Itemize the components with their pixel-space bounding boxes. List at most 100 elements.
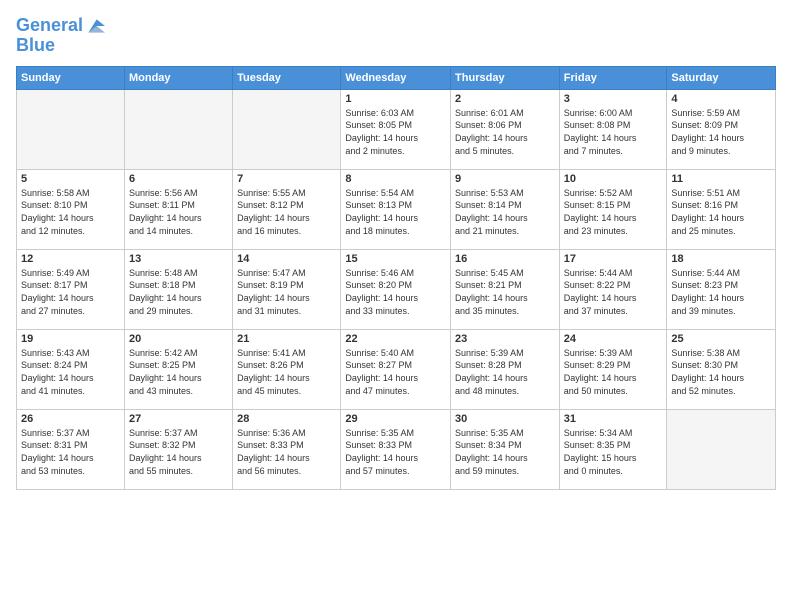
calendar-cell: 29 Sunrise: 5:35 AMSunset: 8:33 PMDayligh… [341,409,451,489]
day-number: 24 [564,333,663,345]
day-info: Sunrise: 5:40 AMSunset: 8:27 PMDaylight:… [345,347,446,397]
calendar-cell [17,89,125,169]
day-info: Sunrise: 5:37 AMSunset: 8:31 PMDaylight:… [21,427,120,477]
day-number: 13 [129,253,228,265]
calendar-cell: 25 Sunrise: 5:38 AMSunset: 8:30 PMDayligh… [667,329,776,409]
day-number: 18 [671,253,771,265]
day-info: Sunrise: 6:01 AMSunset: 8:06 PMDaylight:… [455,107,555,157]
day-number: 21 [237,333,336,345]
day-info: Sunrise: 5:55 AMSunset: 8:12 PMDaylight:… [237,187,336,237]
day-number: 2 [455,93,555,105]
day-info: Sunrise: 5:35 AMSunset: 8:33 PMDaylight:… [345,427,446,477]
day-info: Sunrise: 5:54 AMSunset: 8:13 PMDaylight:… [345,187,446,237]
day-number: 8 [345,173,446,185]
day-info: Sunrise: 5:44 AMSunset: 8:23 PMDaylight:… [671,267,771,317]
calendar-cell: 10Sunrise: 5:52 AMSunset: 8:15 PMDayligh… [559,169,667,249]
calendar-cell: 27 Sunrise: 5:37 AMSunset: 8:32 PMDayligh… [124,409,232,489]
calendar-cell: 13 Sunrise: 5:48 AMSunset: 8:18 PMDayligh… [124,249,232,329]
day-info: Sunrise: 5:46 AMSunset: 8:20 PMDaylight:… [345,267,446,317]
day-info: Sunrise: 5:56 AMSunset: 8:11 PMDaylight:… [129,187,228,237]
day-info: Sunrise: 5:42 AMSunset: 8:25 PMDaylight:… [129,347,228,397]
day-info: Sunrise: 5:44 AMSunset: 8:22 PMDaylight:… [564,267,663,317]
calendar-cell: 19 Sunrise: 5:43 AMSunset: 8:24 PMDayligh… [17,329,125,409]
calendar-cell: 11 Sunrise: 5:51 AMSunset: 8:16 PMDayligh… [667,169,776,249]
calendar-cell [667,409,776,489]
day-number: 31 [564,413,663,425]
calendar-cell: 20 Sunrise: 5:42 AMSunset: 8:25 PMDayligh… [124,329,232,409]
day-number: 22 [345,333,446,345]
calendar-cell: 17 Sunrise: 5:44 AMSunset: 8:22 PMDayligh… [559,249,667,329]
day-number: 23 [455,333,555,345]
day-number: 14 [237,253,336,265]
day-info: Sunrise: 5:59 AMSunset: 8:09 PMDaylight:… [671,107,771,157]
day-number: 29 [345,413,446,425]
calendar-cell: 12Sunrise: 5:49 AMSunset: 8:17 PMDayligh… [17,249,125,329]
calendar-cell: 23 Sunrise: 5:39 AMSunset: 8:28 PMDayligh… [451,329,560,409]
day-number: 20 [129,333,228,345]
day-info: Sunrise: 5:48 AMSunset: 8:18 PMDaylight:… [129,267,228,317]
day-info: Sunrise: 5:39 AMSunset: 8:28 PMDaylight:… [455,347,555,397]
calendar-cell: 16Sunrise: 5:45 AMSunset: 8:21 PMDayligh… [451,249,560,329]
day-number: 28 [237,413,336,425]
day-number: 19 [21,333,120,345]
day-number: 16 [455,253,555,265]
logo-text: General [16,16,83,36]
day-info: Sunrise: 5:41 AMSunset: 8:26 PMDaylight:… [237,347,336,397]
page: General Blue SundayMondayTuesdayWednesda… [0,0,792,612]
day-info: Sunrise: 5:39 AMSunset: 8:29 PMDaylight:… [564,347,663,397]
calendar-cell: 30 Sunrise: 5:35 AMSunset: 8:34 PMDayligh… [451,409,560,489]
day-number: 11 [671,173,771,185]
calendar-cell: 28 Sunrise: 5:36 AMSunset: 8:33 PMDayligh… [233,409,341,489]
day-number: 27 [129,413,228,425]
calendar-cell: 14 Sunrise: 5:47 AMSunset: 8:19 PMDayligh… [233,249,341,329]
day-info: Sunrise: 5:47 AMSunset: 8:19 PMDaylight:… [237,267,336,317]
calendar-cell: 3Sunrise: 6:00 AMSunset: 8:08 PMDaylight… [559,89,667,169]
day-number: 4 [671,93,771,105]
day-number: 1 [345,93,446,105]
day-number: 6 [129,173,228,185]
logo-icon [85,16,105,36]
day-number: 9 [455,173,555,185]
day-number: 17 [564,253,663,265]
calendar-cell: 24 Sunrise: 5:39 AMSunset: 8:29 PMDayligh… [559,329,667,409]
day-header-thursday: Thursday [451,66,560,89]
day-number: 30 [455,413,555,425]
day-header-tuesday: Tuesday [233,66,341,89]
calendar-cell: 9 Sunrise: 5:53 AMSunset: 8:14 PMDaylight… [451,169,560,249]
day-header-sunday: Sunday [17,66,125,89]
calendar-cell: 21 Sunrise: 5:41 AMSunset: 8:26 PMDayligh… [233,329,341,409]
day-info: Sunrise: 5:43 AMSunset: 8:24 PMDaylight:… [21,347,120,397]
day-info: Sunrise: 6:00 AMSunset: 8:08 PMDaylight:… [564,107,663,157]
calendar-cell [233,89,341,169]
calendar-cell: 26 Sunrise: 5:37 AMSunset: 8:31 PMDayligh… [17,409,125,489]
logo-text-blue: Blue [16,36,105,56]
day-info: Sunrise: 5:35 AMSunset: 8:34 PMDaylight:… [455,427,555,477]
day-number: 7 [237,173,336,185]
day-info: Sunrise: 5:53 AMSunset: 8:14 PMDaylight:… [455,187,555,237]
day-header-saturday: Saturday [667,66,776,89]
calendar-cell: 6 Sunrise: 5:56 AMSunset: 8:11 PMDaylight… [124,169,232,249]
calendar-cell: 18 Sunrise: 5:44 AMSunset: 8:23 PMDayligh… [667,249,776,329]
calendar-cell: 31Sunrise: 5:34 AMSunset: 8:35 PMDayligh… [559,409,667,489]
calendar-table: SundayMondayTuesdayWednesdayThursdayFrid… [16,66,776,490]
day-header-friday: Friday [559,66,667,89]
calendar-cell: 1Sunrise: 6:03 AMSunset: 8:05 PMDaylight… [341,89,451,169]
day-info: Sunrise: 5:58 AMSunset: 8:10 PMDaylight:… [21,187,120,237]
day-header-monday: Monday [124,66,232,89]
header: General Blue [16,16,776,56]
calendar-cell: 4 Sunrise: 5:59 AMSunset: 8:09 PMDaylight… [667,89,776,169]
day-number: 25 [671,333,771,345]
day-number: 5 [21,173,120,185]
day-header-wednesday: Wednesday [341,66,451,89]
calendar-cell: 2 Sunrise: 6:01 AMSunset: 8:06 PMDaylight… [451,89,560,169]
calendar-cell: 7 Sunrise: 5:55 AMSunset: 8:12 PMDaylight… [233,169,341,249]
day-number: 12 [21,253,120,265]
day-info: Sunrise: 5:36 AMSunset: 8:33 PMDaylight:… [237,427,336,477]
calendar-cell [124,89,232,169]
day-number: 15 [345,253,446,265]
day-info: Sunrise: 5:38 AMSunset: 8:30 PMDaylight:… [671,347,771,397]
day-info: Sunrise: 5:52 AMSunset: 8:15 PMDaylight:… [564,187,663,237]
day-info: Sunrise: 5:51 AMSunset: 8:16 PMDaylight:… [671,187,771,237]
day-info: Sunrise: 5:37 AMSunset: 8:32 PMDaylight:… [129,427,228,477]
day-number: 26 [21,413,120,425]
